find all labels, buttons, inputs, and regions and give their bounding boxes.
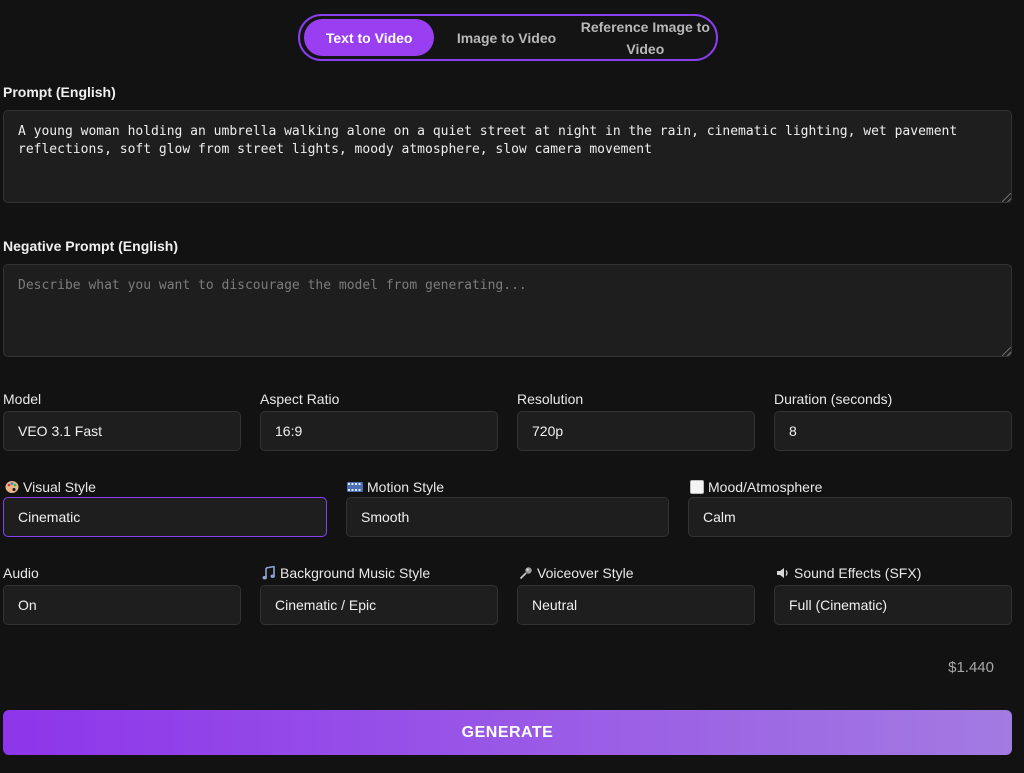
palette-icon	[5, 480, 19, 494]
negative-prompt-textarea[interactable]	[3, 264, 1012, 357]
generate-button[interactable]: GENERATE	[3, 710, 1012, 755]
music-style-label: Background Music Style	[262, 565, 430, 581]
visual-style-value: Cinematic	[18, 509, 81, 525]
visual-style-label: Visual Style	[5, 479, 96, 495]
audio-label-text: Audio	[3, 565, 39, 581]
audio-value: On	[18, 597, 37, 613]
motion-style-value: Smooth	[361, 509, 410, 525]
duration-label: Duration (seconds)	[774, 391, 892, 407]
resolution-select[interactable]: 720p	[517, 411, 755, 451]
voiceover-style-label: Voiceover Style	[519, 565, 634, 581]
motion-style-label: Motion Style	[347, 479, 444, 495]
film-frames-icon	[347, 480, 363, 494]
aspect-ratio-label: Aspect Ratio	[260, 391, 339, 407]
music-notes-icon	[262, 565, 276, 580]
resolution-value: 720p	[532, 423, 564, 439]
motion-style-label-text: Motion Style	[367, 479, 445, 495]
model-label-text: Model	[3, 391, 42, 407]
model-select[interactable]: VEO 3.1 Fast	[3, 411, 241, 451]
microphone-icon	[519, 566, 533, 580]
price-estimate: $1.440	[948, 659, 994, 676]
music-style-label-text: Background Music Style	[280, 565, 431, 581]
blank-square-icon	[690, 480, 704, 494]
tab-text-to-video[interactable]: Text to Video	[304, 19, 435, 56]
visual-style-select[interactable]: Cinematic	[3, 497, 327, 537]
sfx-select[interactable]: Full (Cinematic)	[774, 585, 1012, 625]
aspect-ratio-label-text: Aspect Ratio	[260, 391, 340, 407]
duration-label-text: Duration (seconds)	[774, 391, 893, 407]
duration-value: 8	[789, 423, 797, 439]
aspect-ratio-select[interactable]: 16:9	[260, 411, 498, 451]
music-style-value: Cinematic / Epic	[275, 597, 377, 613]
mood-select[interactable]: Calm	[688, 497, 1012, 537]
voiceover-style-select[interactable]: Neutral	[517, 585, 755, 625]
sfx-label: Sound Effects (SFX)	[776, 565, 921, 581]
negative-prompt-label: Negative Prompt (English)	[3, 238, 179, 254]
sfx-value: Full (Cinematic)	[789, 597, 888, 613]
prompt-textarea[interactable]	[3, 110, 1012, 203]
model-label: Model	[3, 391, 41, 407]
model-value: VEO 3.1 Fast	[18, 423, 103, 439]
speaker-icon	[776, 566, 790, 580]
audio-label: Audio	[3, 565, 39, 581]
aspect-ratio-value: 16:9	[275, 423, 303, 439]
mood-label-text: Mood/Atmosphere	[708, 479, 823, 495]
music-style-select[interactable]: Cinematic / Epic	[260, 585, 498, 625]
prompt-label: Prompt (English)	[3, 84, 116, 100]
duration-select[interactable]: 8	[774, 411, 1012, 451]
tab-image-to-video[interactable]: Image to Video	[434, 19, 578, 56]
resolution-label: Resolution	[517, 391, 583, 407]
mode-tabs: Text to Video Image to Video Reference I…	[298, 14, 718, 61]
voiceover-style-label-text: Voiceover Style	[537, 565, 634, 581]
sfx-label-text: Sound Effects (SFX)	[794, 565, 922, 581]
mood-label: Mood/Atmosphere	[690, 479, 822, 495]
audio-select[interactable]: On	[3, 585, 241, 625]
motion-style-select[interactable]: Smooth	[346, 497, 669, 537]
mood-value: Calm	[703, 509, 736, 525]
resolution-label-text: Resolution	[517, 391, 584, 407]
tab-reference-image-to-video[interactable]: Reference Image to Video	[579, 19, 712, 57]
prompt-resize-handle[interactable]	[1002, 193, 1011, 202]
negative-prompt-resize-handle[interactable]	[1002, 347, 1011, 356]
voiceover-style-value: Neutral	[532, 597, 578, 613]
visual-style-label-text: Visual Style	[23, 479, 96, 495]
